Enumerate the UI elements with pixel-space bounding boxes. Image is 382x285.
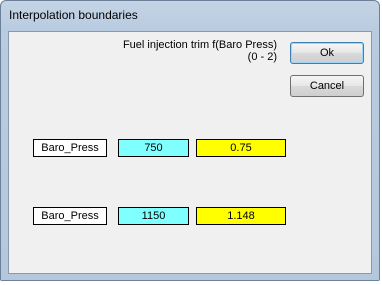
interpolation-dialog: Interpolation boundaries Fuel injection …: [0, 0, 380, 281]
function-description: Fuel injection trim f(Baro Press) (0 - 2…: [89, 39, 277, 63]
row-1-input-value[interactable]: 750: [118, 139, 189, 157]
row-1-output-value[interactable]: 0.75: [196, 139, 286, 157]
row-1-variable-name[interactable]: Baro_Press: [33, 139, 107, 157]
window-title: Interpolation boundaries: [9, 8, 138, 22]
ok-button[interactable]: Ok: [290, 42, 364, 64]
cancel-button[interactable]: Cancel: [290, 75, 364, 97]
description-line-2: (0 - 2): [247, 51, 277, 63]
row-2-output-value[interactable]: 1.148: [196, 207, 286, 225]
title-bar[interactable]: Interpolation boundaries: [1, 1, 379, 31]
row-2-variable-name[interactable]: Baro_Press: [33, 207, 107, 225]
row-2-input-value[interactable]: 1150: [118, 207, 189, 225]
dialog-client-area: Fuel injection trim f(Baro Press) (0 - 2…: [8, 31, 372, 274]
description-line-1: Fuel injection trim f(Baro Press): [122, 39, 277, 51]
